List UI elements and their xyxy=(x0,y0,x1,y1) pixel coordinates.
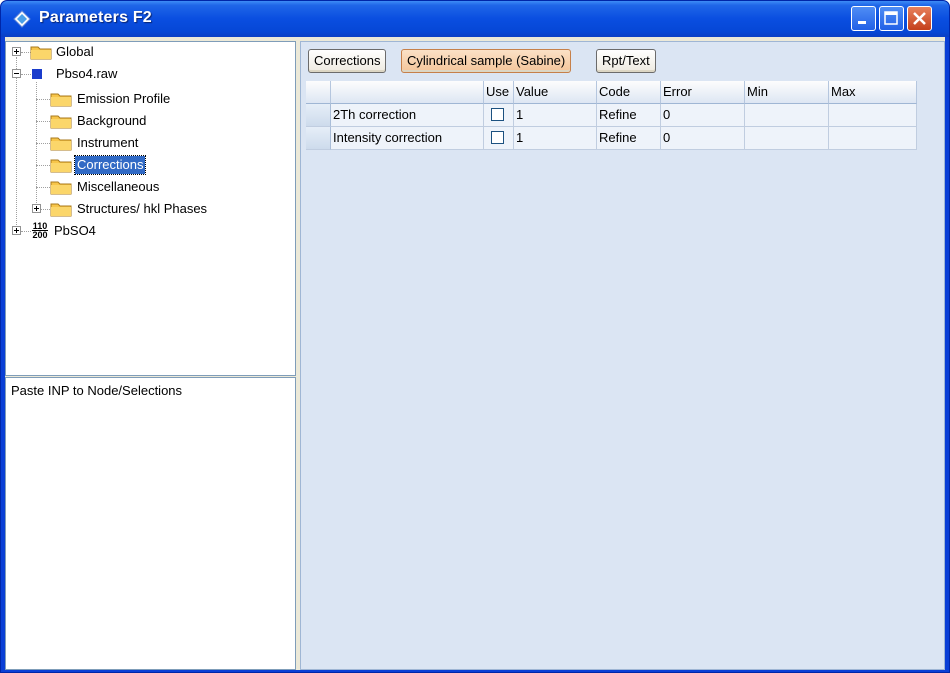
minimize-icon xyxy=(858,21,866,24)
min-cell[interactable] xyxy=(745,104,829,127)
tree-item-miscellaneous[interactable]: Miscellaneous xyxy=(6,178,286,196)
collapse-minus-icon[interactable] xyxy=(12,69,21,78)
hkl-icon-bottom: 200 xyxy=(32,230,48,240)
client-area: Global Pbso4.raw Emission Profile Backgr… xyxy=(5,37,945,670)
tree-view[interactable]: Global Pbso4.raw Emission Profile Backgr… xyxy=(5,41,296,376)
table-row[interactable]: Intensity correction 1 Refine 0 xyxy=(306,127,917,150)
grid-header-min[interactable]: Min xyxy=(745,81,829,104)
use-checkbox[interactable] xyxy=(491,131,504,144)
max-cell[interactable] xyxy=(829,104,917,127)
title-bar[interactable]: Parameters F2 xyxy=(1,1,949,37)
grid-header-max[interactable]: Max xyxy=(829,81,917,104)
value-cell[interactable]: 1 xyxy=(514,127,597,150)
expand-plus-icon[interactable] xyxy=(12,226,21,235)
expand-plus-icon[interactable] xyxy=(12,47,21,56)
tree-label: PbSO4 xyxy=(54,223,96,238)
expand-plus-icon[interactable] xyxy=(32,204,41,213)
tree-label: Miscellaneous xyxy=(77,179,160,194)
grid-header-code[interactable]: Code xyxy=(597,81,661,104)
tree-item-pbso4[interactable]: 110 200 PbSO4 xyxy=(6,222,286,240)
grid-header-error[interactable]: Error xyxy=(661,81,745,104)
grid-header-use[interactable]: Use xyxy=(484,81,514,104)
folder-icon xyxy=(50,203,72,217)
tab-cylindrical-sample[interactable]: Cylindrical sample (Sabine) xyxy=(401,49,572,73)
paste-inp-panel[interactable]: Paste INP to Node/Selections xyxy=(5,377,296,670)
blue-square-icon xyxy=(32,69,42,79)
close-button[interactable] xyxy=(907,6,932,31)
close-icon xyxy=(913,12,926,25)
tree-label: Emission Profile xyxy=(77,91,171,106)
param-name-cell[interactable]: 2Th correction xyxy=(331,104,484,127)
tree-label: Global xyxy=(56,44,94,59)
folder-icon xyxy=(50,181,72,195)
folder-icon xyxy=(50,93,72,107)
tab-rpt-text[interactable]: Rpt/Text xyxy=(596,49,656,73)
grid-header-value[interactable]: Value xyxy=(514,81,597,104)
min-cell[interactable] xyxy=(745,127,829,150)
folder-icon xyxy=(50,159,72,173)
folder-icon xyxy=(50,115,72,129)
error-cell[interactable]: 0 xyxy=(661,127,745,150)
tree-item-background[interactable]: Background xyxy=(6,112,286,130)
use-checkbox[interactable] xyxy=(491,108,504,121)
param-name-cell[interactable]: Intensity correction xyxy=(331,127,484,150)
parameters-window: Parameters F2 Global Pbso4.raw Emission … xyxy=(0,0,950,673)
window-title: Parameters F2 xyxy=(39,9,152,26)
tree-label: Corrections xyxy=(73,155,147,175)
tree-item-global[interactable]: Global xyxy=(6,43,286,61)
folder-icon xyxy=(50,137,72,151)
tree-label: Instrument xyxy=(77,135,139,150)
use-cell[interactable] xyxy=(484,127,514,150)
code-cell[interactable]: Refine xyxy=(597,104,661,127)
grid-header-corner xyxy=(306,81,331,104)
grid-header-row: Use Value Code Error Min Max xyxy=(306,81,917,104)
tree-item-emission-profile[interactable]: Emission Profile xyxy=(6,90,286,108)
tree-label: Background xyxy=(77,113,147,128)
row-header[interactable] xyxy=(306,127,331,150)
code-cell[interactable]: Refine xyxy=(597,127,661,150)
tree-item-instrument[interactable]: Instrument xyxy=(6,134,286,152)
app-diamond-icon xyxy=(13,10,31,28)
tree-label: Pbso4.raw xyxy=(56,66,118,81)
parameters-content: Corrections Cylindrical sample (Sabine) … xyxy=(300,41,945,670)
paste-inp-label: Paste INP to Node/Selections xyxy=(11,383,183,398)
hkl-icon-top: 110 xyxy=(32,221,48,231)
tree-item-pbso4-raw[interactable]: Pbso4.raw xyxy=(6,65,286,83)
hkl-icon: 110 200 xyxy=(32,221,48,240)
maximize-icon xyxy=(884,11,898,25)
max-cell[interactable] xyxy=(829,127,917,150)
minimize-button[interactable] xyxy=(851,6,876,31)
row-header[interactable] xyxy=(306,104,331,127)
tab-corrections[interactable]: Corrections xyxy=(308,49,387,73)
error-cell[interactable]: 0 xyxy=(661,104,745,127)
tree-label: Structures/ hkl Phases xyxy=(77,201,208,216)
folder-icon xyxy=(30,46,52,60)
tree-item-structures-hkl-phases[interactable]: Structures/ hkl Phases xyxy=(6,200,286,218)
value-cell[interactable]: 1 xyxy=(514,104,597,127)
table-row[interactable]: 2Th correction 1 Refine 0 xyxy=(306,104,917,127)
maximize-button[interactable] xyxy=(879,6,904,31)
tree-item-corrections[interactable]: Corrections xyxy=(6,155,286,175)
grid-header-name xyxy=(331,81,484,104)
use-cell[interactable] xyxy=(484,104,514,127)
